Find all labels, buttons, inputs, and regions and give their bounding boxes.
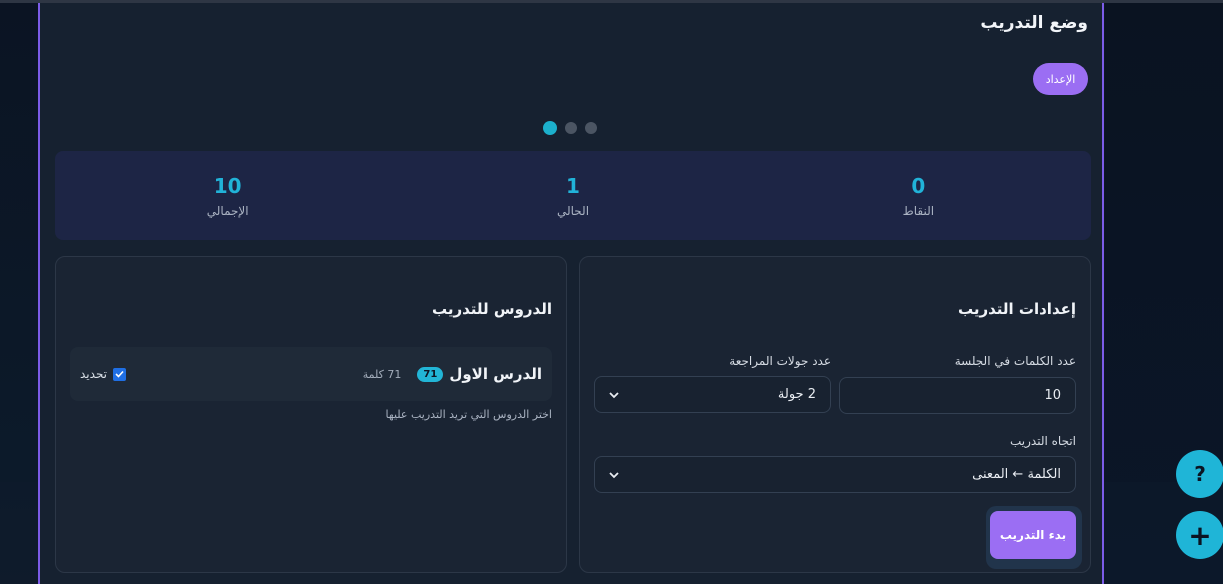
lesson-checkbox[interactable] (113, 367, 127, 381)
chevron-down-icon (609, 388, 619, 402)
training-panel: وضع التدريب الإعداد 0 النقاط 1 الحالي 10… (38, 3, 1104, 584)
question-icon: ? (1194, 462, 1206, 486)
stat-value: 10 (213, 173, 242, 198)
lesson-name: الدرس الاول (449, 365, 542, 383)
lesson-word-count: 71 كلمة (362, 367, 402, 381)
plus-icon: + (1188, 518, 1212, 552)
words-count-input[interactable]: 10 (839, 377, 1076, 414)
lessons-title: الدروس للتدريب (431, 300, 552, 318)
check-icon (115, 370, 124, 378)
stat-label: النقاط (902, 203, 935, 218)
lesson-select-label: تحديد (80, 367, 108, 381)
direction-select[interactable]: الكلمة ← المعنى (594, 456, 1076, 493)
stat-label: الإجمالي (206, 203, 249, 218)
stat-value: 1 (566, 173, 580, 198)
start-training-button[interactable]: بدء التدريب (990, 511, 1076, 559)
add-button[interactable]: + (1176, 511, 1223, 559)
carousel-dot[interactable] (585, 122, 597, 134)
lessons-card: الدروس للتدريب الدرس الاول 71 71 كلمة تح… (55, 256, 567, 573)
lesson-select[interactable]: تحديد (80, 367, 127, 381)
chevron-down-icon (609, 468, 619, 482)
stat-points: 0 النقاط (746, 151, 1091, 240)
setup-badge[interactable]: الإعداد (1033, 63, 1088, 95)
carousel-dot[interactable] (565, 122, 577, 134)
stat-value: 0 (911, 173, 926, 198)
start-button-focus-ring: بدء التدريب (986, 506, 1082, 569)
words-count-value: 10 (1044, 388, 1061, 403)
stat-label: الحالي (556, 203, 590, 218)
stats-bar: 0 النقاط 1 الحالي 10 الإجمالي (55, 151, 1091, 240)
lesson-item[interactable]: الدرس الاول 71 71 كلمة تحديد (70, 347, 552, 401)
carousel-dots (543, 121, 597, 135)
stat-current: 1 الحالي (400, 151, 745, 240)
review-rounds-label: عدد جولات المراجعة (729, 354, 831, 368)
carousel-dot-active[interactable] (543, 121, 557, 135)
lessons-hint: اختر الدروس التي تريد التدريب عليها (385, 408, 552, 421)
settings-title: إعدادات التدريب (957, 300, 1076, 318)
help-button[interactable]: ? (1176, 450, 1223, 498)
review-rounds-select[interactable]: 2 جولة (594, 376, 831, 413)
settings-card: إعدادات التدريب عدد الكلمات في الجلسة 10… (579, 256, 1091, 573)
stat-total: 10 الإجمالي (55, 151, 400, 240)
direction-value: الكلمة ← المعنى (972, 467, 1061, 482)
page-title: وضع التدريب (980, 13, 1088, 33)
words-count-label: عدد الكلمات في الجلسة (954, 354, 1076, 368)
lesson-count-badge: 71 (417, 366, 444, 382)
review-rounds-value: 2 جولة (777, 387, 816, 402)
direction-label: اتجاه التدريب (1009, 434, 1076, 448)
